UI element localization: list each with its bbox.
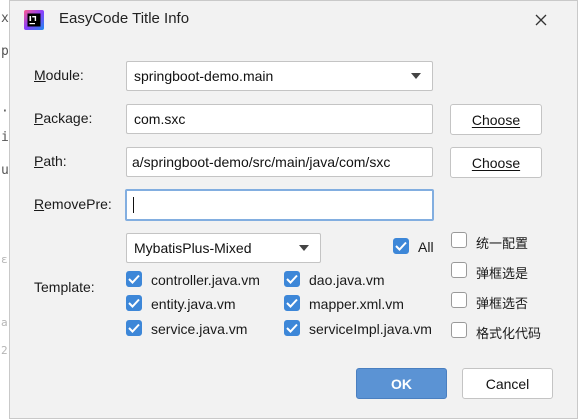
package-input[interactable]: com.sxc (126, 104, 433, 134)
chevron-down-icon (411, 73, 421, 79)
template-file-checkbox-mapper[interactable] (284, 295, 300, 311)
template-file-checkbox-controller[interactable] (126, 271, 142, 287)
editor-char: p (1, 44, 9, 59)
ok-button[interactable]: OK (356, 368, 447, 399)
template-label: Template: (34, 279, 95, 295)
path-input[interactable]: a/springboot-demo/src/main/java/com/sxc (126, 147, 433, 177)
option-checkbox-unified-config[interactable] (451, 232, 467, 248)
option-label: 统一配置 (476, 236, 529, 251)
module-select-value: springboot-demo.main (134, 68, 274, 84)
intellij-idea-icon (24, 10, 44, 30)
option-label: 弹框选否 (476, 296, 529, 311)
template-file-label: dao.java.vm (309, 272, 385, 288)
package-choose-button[interactable]: Choose (450, 104, 542, 135)
package-label: Package: (34, 110, 93, 126)
all-checkbox[interactable] (393, 238, 409, 254)
editor-char: x (1, 11, 9, 26)
removepre-input[interactable] (125, 189, 434, 221)
window-title: EasyCode Title Info (59, 10, 190, 27)
path-label: Path: (34, 153, 67, 169)
checkmark-icon (128, 323, 140, 333)
template-file-checkbox-serviceimpl[interactable] (284, 320, 300, 336)
path-input-value: a/springboot-demo/src/main/java/com/sxc (132, 154, 391, 170)
option-checkbox-format-code[interactable] (451, 322, 467, 338)
checkmark-icon (286, 298, 298, 308)
option-label: 格式化代码 (476, 326, 542, 341)
editor-char: · (1, 104, 9, 119)
checkmark-icon (286, 274, 298, 284)
option-checkbox-popup-no[interactable] (451, 292, 467, 308)
package-choose-label: Choose (471, 111, 521, 128)
option-checkbox-popup-yes[interactable] (451, 262, 467, 278)
module-label: Module: (34, 67, 84, 83)
editor-char: a (1, 316, 8, 329)
template-group-select[interactable]: MybatisPlus-Mixed (126, 233, 321, 263)
checkmark-icon (128, 298, 140, 308)
cancel-button[interactable]: Cancel (462, 368, 553, 399)
path-choose-button[interactable]: Choose (450, 147, 542, 178)
all-label: All (418, 239, 434, 255)
editor-char: ε (1, 253, 8, 266)
ok-button-label: OK (391, 375, 412, 392)
template-file-label: entity.java.vm (151, 296, 236, 312)
template-file-label: controller.java.vm (151, 272, 260, 288)
easycode-dialog: EasyCode Title Info Module: springboot-d… (9, 0, 578, 419)
checkmark-icon (128, 274, 140, 284)
template-group-value: MybatisPlus-Mixed (134, 240, 252, 256)
option-label: 弹框选是 (476, 266, 529, 281)
editor-char: u (1, 163, 9, 178)
cancel-button-label: Cancel (485, 375, 530, 392)
close-icon (535, 14, 547, 26)
package-input-value: com.sxc (134, 111, 186, 127)
template-file-checkbox-service[interactable] (126, 320, 142, 336)
template-file-label: mapper.xml.vm (309, 296, 404, 312)
close-button[interactable] (528, 8, 554, 32)
editor-char: i (1, 130, 9, 145)
removepre-label: RemovePre: (34, 196, 112, 212)
template-file-label: service.java.vm (151, 321, 248, 337)
template-file-checkbox-dao[interactable] (284, 271, 300, 287)
module-select[interactable]: springboot-demo.main (126, 61, 433, 91)
title-bar: EasyCode Title Info (10, 1, 577, 39)
template-file-label: serviceImpl.java.vm (309, 321, 432, 337)
chevron-down-icon (299, 245, 309, 251)
path-choose-label: Choose (471, 154, 521, 171)
checkmark-icon (286, 323, 298, 333)
editor-char: 2 (1, 344, 8, 357)
text-caret (133, 197, 134, 213)
template-file-checkbox-entity[interactable] (126, 295, 142, 311)
checkmark-icon (395, 241, 407, 251)
